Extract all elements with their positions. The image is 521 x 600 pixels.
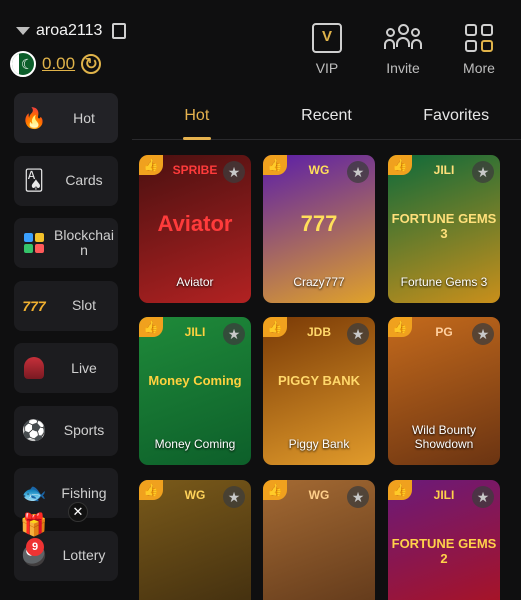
hot-thumb-icon: 👍 bbox=[263, 155, 287, 175]
account-selector[interactable]: aroa2113 bbox=[16, 22, 127, 40]
hot-thumb-icon: 👍 bbox=[139, 480, 163, 500]
hot-thumb-icon: 👍 bbox=[139, 317, 163, 337]
game-card[interactable]: PG 👍 ★ Wild Bounty Showdown bbox=[388, 317, 500, 465]
favorite-star-icon[interactable]: ★ bbox=[472, 323, 494, 345]
tab-hot[interactable]: Hot bbox=[132, 94, 262, 140]
game-card[interactable]: JDB PIGGY BANK 👍 ★ Piggy Bank bbox=[263, 317, 375, 465]
tab-favorites[interactable]: Favorites bbox=[391, 94, 521, 139]
sidebar-item-label: Sports bbox=[63, 422, 105, 438]
hot-thumb-icon: 👍 bbox=[388, 155, 412, 175]
game-name: Fortune Gems 3 bbox=[400, 275, 488, 289]
game-tabs: Hot Recent Favorites bbox=[132, 94, 521, 140]
sidebar-item-slot[interactable]: 777 Slot bbox=[14, 280, 118, 331]
hot-thumb-icon: 👍 bbox=[388, 317, 412, 337]
pakistan-flag-icon: ☾ bbox=[10, 51, 36, 77]
game-name: Money Coming bbox=[154, 437, 236, 451]
vip-button[interactable]: VIP bbox=[299, 22, 355, 76]
tab-recent[interactable]: Recent bbox=[262, 94, 392, 139]
favorite-star-icon[interactable]: ★ bbox=[223, 323, 245, 345]
favorite-star-icon[interactable]: ★ bbox=[472, 161, 494, 183]
soccer-ball-icon: ⚽ bbox=[21, 420, 47, 442]
favorite-star-icon[interactable]: ★ bbox=[472, 486, 494, 508]
balance-bar: ☾ 0.00 ↻ bbox=[10, 51, 102, 77]
game-card[interactable]: WG👍★Wild Bounty bbox=[263, 480, 375, 600]
favorite-star-icon[interactable]: ★ bbox=[223, 161, 245, 183]
game-title-art: Aviator bbox=[157, 211, 233, 236]
game-title-art: FORTUNE GEMS 3 bbox=[391, 211, 497, 241]
promo-floating-widget[interactable]: 🎁 9 ✕ bbox=[18, 500, 88, 570]
live-dealer-icon bbox=[20, 354, 48, 382]
sidebar-item-sports[interactable]: ⚽ Sports bbox=[14, 405, 118, 456]
favorite-star-icon[interactable]: ★ bbox=[347, 486, 369, 508]
game-card[interactable]: JILI FORTUNE GEMS 3 👍 ★ Fortune Gems 3 bbox=[388, 155, 500, 303]
invite-button[interactable]: Invite bbox=[375, 22, 431, 76]
more-button[interactable]: More bbox=[451, 22, 507, 76]
copy-icon[interactable] bbox=[112, 23, 127, 39]
sidebar-item-blockchain[interactable]: Blockchain bbox=[14, 218, 118, 268]
cards-icon: 🂡 bbox=[23, 170, 45, 192]
sidebar-item-live[interactable]: Live bbox=[14, 343, 118, 393]
sidebar-item-label: Slot bbox=[71, 297, 97, 313]
favorite-star-icon[interactable]: ★ bbox=[347, 161, 369, 183]
game-name: Aviator bbox=[176, 275, 214, 289]
game-card[interactable]: SPRIBE Aviator 👍 ★ Aviator bbox=[139, 155, 251, 303]
game-title-art: 777 bbox=[300, 211, 338, 236]
game-card[interactable]: WG 👍 ★ bbox=[139, 480, 251, 600]
vip-icon bbox=[312, 23, 342, 53]
favorite-star-icon[interactable]: ★ bbox=[223, 486, 245, 508]
refresh-icon[interactable]: ↻ bbox=[81, 54, 102, 74]
invite-label: Invite bbox=[386, 60, 420, 76]
blockchain-icon bbox=[20, 229, 48, 257]
sidebar-item-label: Blockchain bbox=[54, 227, 114, 258]
game-card[interactable]: WG 777 👍 ★ Crazy777 bbox=[263, 155, 375, 303]
sidebar-item-cards[interactable]: 🂡 Cards bbox=[14, 155, 118, 206]
game-name: Crazy777 bbox=[293, 275, 345, 289]
invite-icon bbox=[384, 24, 422, 52]
balance-amount[interactable]: 0.00 bbox=[42, 54, 75, 74]
game-name: Wild Bounty Showdown bbox=[411, 423, 477, 451]
game-card[interactable]: JILI Money Coming 👍 ★ Money Coming bbox=[139, 317, 251, 465]
fire-icon: 🔥 bbox=[21, 107, 47, 130]
hot-thumb-icon: 👍 bbox=[263, 480, 287, 500]
sidebar-item-label: Cards bbox=[65, 172, 103, 188]
top-header: aroa2113 ☾ 0.00 ↻ VIP Invite More bbox=[0, 0, 521, 88]
sidebar-item-label: Hot bbox=[73, 109, 95, 126]
header-actions: VIP Invite More bbox=[299, 22, 507, 76]
game-title-art: PIGGY BANK bbox=[277, 373, 361, 388]
slot-777-icon: 777 bbox=[22, 297, 46, 314]
favorite-star-icon[interactable]: ★ bbox=[347, 323, 369, 345]
game-title-art: Money Coming bbox=[148, 373, 242, 388]
username: aroa2113 bbox=[36, 22, 103, 39]
game-card[interactable]: JILI FORTUNE GEMS 2 👍 ★ bbox=[388, 480, 500, 600]
promo-badge-icon: 9 bbox=[26, 538, 44, 556]
more-icon bbox=[465, 24, 493, 52]
hot-thumb-icon: 👍 bbox=[139, 155, 163, 175]
hot-thumb-icon: 👍 bbox=[388, 480, 412, 500]
hot-thumb-icon: 👍 bbox=[263, 317, 287, 337]
close-icon[interactable]: ✕ bbox=[68, 502, 88, 522]
sidebar-item-hot[interactable]: 🔥 Hot bbox=[14, 93, 118, 143]
sidebar-item-label: Fishing bbox=[61, 484, 107, 501]
vip-label: VIP bbox=[315, 60, 339, 76]
more-label: More bbox=[463, 60, 495, 76]
game-name: Piggy Bank bbox=[288, 437, 350, 451]
sidebar-item-label: Live bbox=[71, 359, 97, 376]
game-title-art: FORTUNE GEMS 2 bbox=[391, 536, 497, 566]
dropdown-caret-icon[interactable] bbox=[16, 27, 30, 35]
